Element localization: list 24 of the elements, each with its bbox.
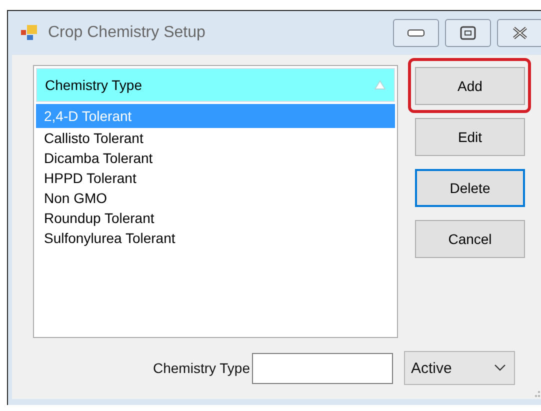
column-header[interactable]: Chemistry Type <box>36 68 395 102</box>
sort-icon <box>374 80 386 90</box>
app-icon <box>20 24 38 42</box>
action-button[interactable]: Add <box>415 67 525 105</box>
list-item[interactable]: Sulfonylurea Tolerant <box>36 228 395 248</box>
minimize-icon <box>407 29 425 37</box>
list-item[interactable]: HPPD Tolerant <box>36 168 395 188</box>
field-label: Chemistry Type <box>153 360 250 376</box>
close-button[interactable] <box>497 19 541 47</box>
maximize-button[interactable] <box>445 19 491 47</box>
minimize-button[interactable] <box>393 19 439 47</box>
chevron-icon <box>494 364 506 372</box>
list-item[interactable]: Roundup Tolerant <box>36 208 395 228</box>
status-dropdown[interactable]: Active <box>404 351 515 385</box>
action-button[interactable]: Edit <box>415 118 525 156</box>
maximize-icon <box>460 26 476 40</box>
input-field[interactable] <box>252 352 393 384</box>
close-icon <box>511 26 529 40</box>
action-button[interactable]: Delete <box>415 169 525 207</box>
list-item[interactable]: Dicamba Tolerant <box>36 148 395 168</box>
action-button[interactable]: Cancel <box>415 220 525 258</box>
list-item[interactable]: Callisto Tolerant <box>36 128 395 148</box>
list-item[interactable]: Non GMO <box>36 188 395 208</box>
window-title: Crop Chemistry Setup <box>48 24 206 42</box>
